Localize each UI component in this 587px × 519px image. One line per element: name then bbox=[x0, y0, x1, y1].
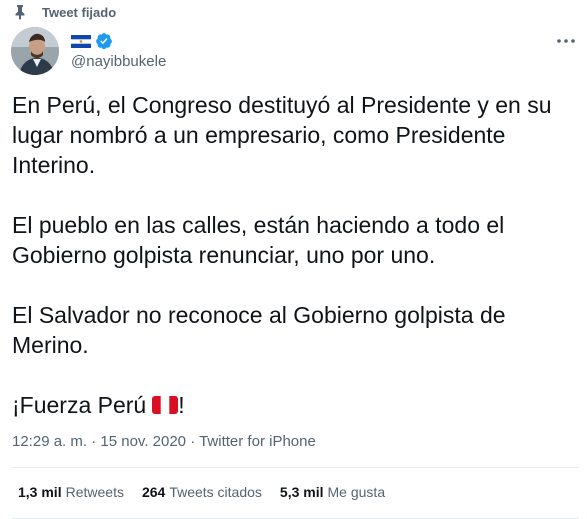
likes-label: Me gusta bbox=[327, 484, 386, 500]
likes-stat[interactable]: 5,3 mil Me gusta bbox=[280, 484, 385, 500]
meta-separator: · bbox=[87, 433, 101, 450]
more-options-button[interactable] bbox=[555, 30, 577, 50]
retweets-count: 1,3 mil bbox=[18, 484, 62, 500]
tweet-closing-paragraph: ¡Fuerza Perú ! bbox=[12, 390, 572, 420]
tweet-source[interactable]: Twitter for iPhone bbox=[199, 433, 316, 450]
quote-tweets-label: Tweets citados bbox=[169, 484, 262, 500]
verified-badge-icon bbox=[95, 32, 113, 50]
retweets-label: Retweets bbox=[65, 484, 124, 500]
tweet-stats: 1,3 mil Retweets 264 Tweets citados 5,3 mi… bbox=[18, 484, 385, 500]
peru-flag-icon bbox=[152, 392, 179, 414]
divider bbox=[12, 467, 579, 468]
meta-separator: · bbox=[186, 433, 200, 450]
retweets-stat[interactable]: 1,3 mil Retweets bbox=[18, 484, 124, 500]
pinned-indicator: Tweet fijado bbox=[12, 2, 116, 22]
tweet-date[interactable]: 15 nov. 2020 bbox=[100, 433, 186, 450]
tweet-exclamation: ! bbox=[178, 392, 185, 418]
tweet-meta: 12:29 a. m. · 15 nov. 2020 · Twitter for… bbox=[12, 433, 316, 450]
el-salvador-flag-icon bbox=[71, 34, 91, 48]
tweet-paragraph: En Perú, el Congreso destituyó al Presid… bbox=[12, 92, 552, 178]
quote-tweets-count: 264 bbox=[141, 484, 166, 500]
tweet-time[interactable]: 12:29 a. m. bbox=[12, 433, 87, 450]
author-meta: @nayibbukele bbox=[71, 31, 166, 70]
tweet-paragraph: El Salvador no reconoce al Gobierno golp… bbox=[12, 302, 506, 358]
author-handle[interactable]: @nayibbukele bbox=[71, 53, 166, 70]
likes-count: 5,3 mil bbox=[279, 484, 324, 500]
avatar[interactable] bbox=[11, 27, 59, 75]
quote-tweets-stat[interactable]: 264 Tweets citados bbox=[142, 484, 262, 500]
name-row[interactable] bbox=[71, 31, 166, 51]
tweet-paragraph: El pueblo en las calles, están haciendo … bbox=[12, 212, 505, 268]
more-options-icon bbox=[555, 31, 577, 49]
pinned-label: Tweet fijado bbox=[42, 4, 117, 20]
tweet-closing-text: ¡Fuerza Perú bbox=[12, 392, 147, 418]
tweet-text: En Perú, el Congreso destituyó al Presid… bbox=[12, 90, 572, 420]
pin-icon bbox=[12, 4, 28, 20]
